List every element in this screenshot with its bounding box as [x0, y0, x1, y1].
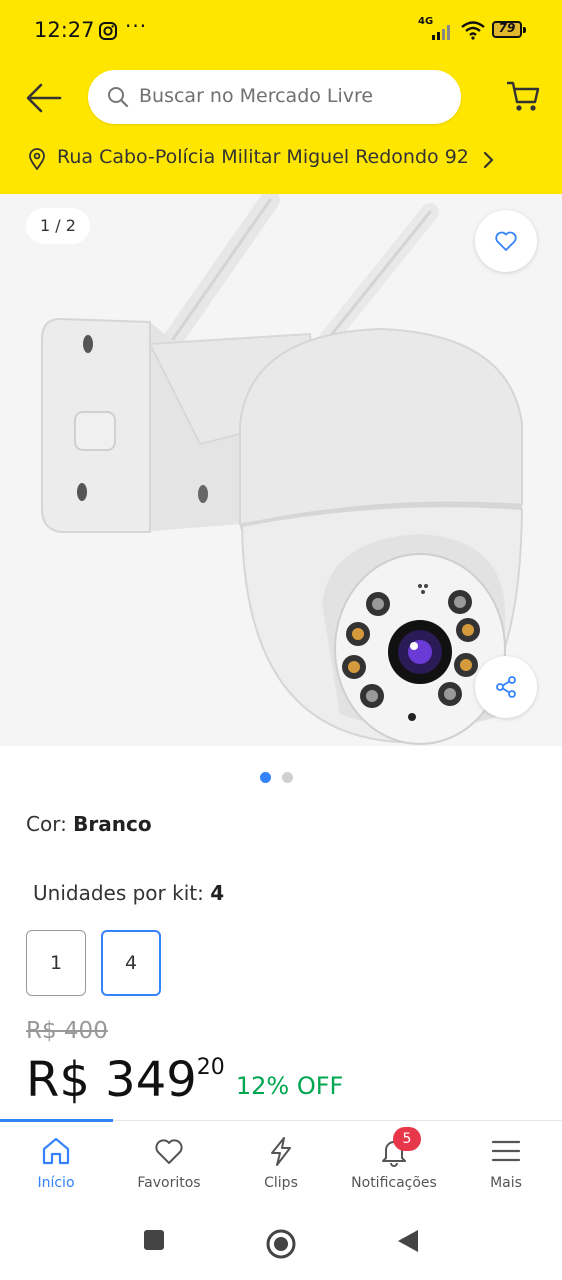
app-header: 12:27 ··· 4G 79 Buscar no Mercado Livre …	[0, 0, 562, 194]
price-cents: 20	[196, 1055, 225, 1080]
nav-favoritos[interactable]: Favoritos	[113, 1121, 225, 1207]
nav-label: Mais	[490, 1175, 522, 1191]
battery-level: 79	[498, 21, 516, 35]
triangle-back-icon	[398, 1230, 418, 1252]
status-bar: 12:27 ··· 4G 79	[0, 0, 562, 62]
color-label: Cor:	[26, 812, 67, 836]
home-icon	[42, 1137, 70, 1165]
network-type: 4G	[418, 16, 434, 27]
nav-inicio[interactable]: Início	[0, 1121, 112, 1207]
battery-indicator: 79	[492, 21, 526, 38]
heart-outline-icon	[495, 231, 517, 251]
units-value: 4	[210, 881, 225, 905]
current-price: R$ 34920 12% OFF	[26, 1052, 343, 1112]
color-value: Branco	[73, 812, 152, 836]
product-image	[41, 194, 524, 745]
nav-mais[interactable]: Mais	[450, 1121, 562, 1207]
instagram-icon	[98, 21, 118, 45]
circle-icon	[266, 1229, 296, 1259]
search-icon	[106, 85, 130, 113]
back-button[interactable]	[24, 78, 64, 118]
system-navigation-bar	[0, 1206, 562, 1280]
heart-icon	[155, 1139, 183, 1164]
page-dot-active[interactable]	[260, 772, 271, 783]
address-text: Rua Cabo-Polícia Militar Miguel Redondo …	[57, 146, 469, 168]
back-system-button[interactable]	[396, 1228, 420, 1258]
nav-label: Notificações	[351, 1175, 437, 1191]
nav-label: Clips	[264, 1175, 298, 1191]
share-button[interactable]	[475, 656, 537, 718]
wifi-icon	[460, 20, 486, 44]
nav-label: Favoritos	[137, 1175, 201, 1191]
chevron-right-icon	[482, 151, 494, 173]
notification-badge: 5	[393, 1127, 421, 1151]
color-variation: Cor: Branco	[26, 812, 152, 836]
square-icon	[144, 1230, 164, 1250]
share-icon	[496, 676, 516, 698]
lightning-icon	[271, 1137, 291, 1166]
search-placeholder: Buscar no Mercado Livre	[139, 85, 374, 107]
nav-label: Início	[37, 1175, 75, 1191]
nav-clips[interactable]: Clips	[225, 1121, 337, 1207]
discount-label: 12% OFF	[235, 1072, 344, 1100]
signal-icon	[432, 24, 454, 44]
menu-icon	[491, 1140, 521, 1162]
units-option-1[interactable]: 1	[26, 930, 86, 996]
bottom-navigation: Início Favoritos Clips 5 Notificações Ma…	[0, 1119, 562, 1207]
original-price: R$ 400	[26, 1018, 108, 1044]
units-label: Unidades por kit:	[33, 881, 204, 905]
status-time: 12:27	[34, 18, 95, 42]
home-system-button[interactable]	[265, 1228, 297, 1264]
nav-notificacoes[interactable]: 5 Notificações	[338, 1121, 450, 1207]
cart-icon	[507, 81, 540, 111]
units-option-4-selected[interactable]: 4	[101, 930, 161, 996]
cart-button[interactable]	[505, 80, 541, 118]
units-variation: Unidades por kit: 4	[33, 881, 224, 905]
more-notifications-icon: ···	[125, 14, 148, 38]
price-main: R$ 349	[26, 1052, 197, 1108]
gallery-pagination	[0, 772, 562, 784]
favorite-button[interactable]	[475, 210, 537, 272]
arrow-left-icon	[26, 83, 62, 113]
image-counter: 1 / 2	[26, 208, 90, 244]
product-image-gallery[interactable]: 1 / 2	[0, 194, 562, 746]
page-dot[interactable]	[282, 772, 293, 783]
search-bar[interactable]: Buscar no Mercado Livre	[88, 70, 461, 124]
location-pin-icon	[28, 148, 46, 174]
recents-button[interactable]	[142, 1228, 166, 1256]
